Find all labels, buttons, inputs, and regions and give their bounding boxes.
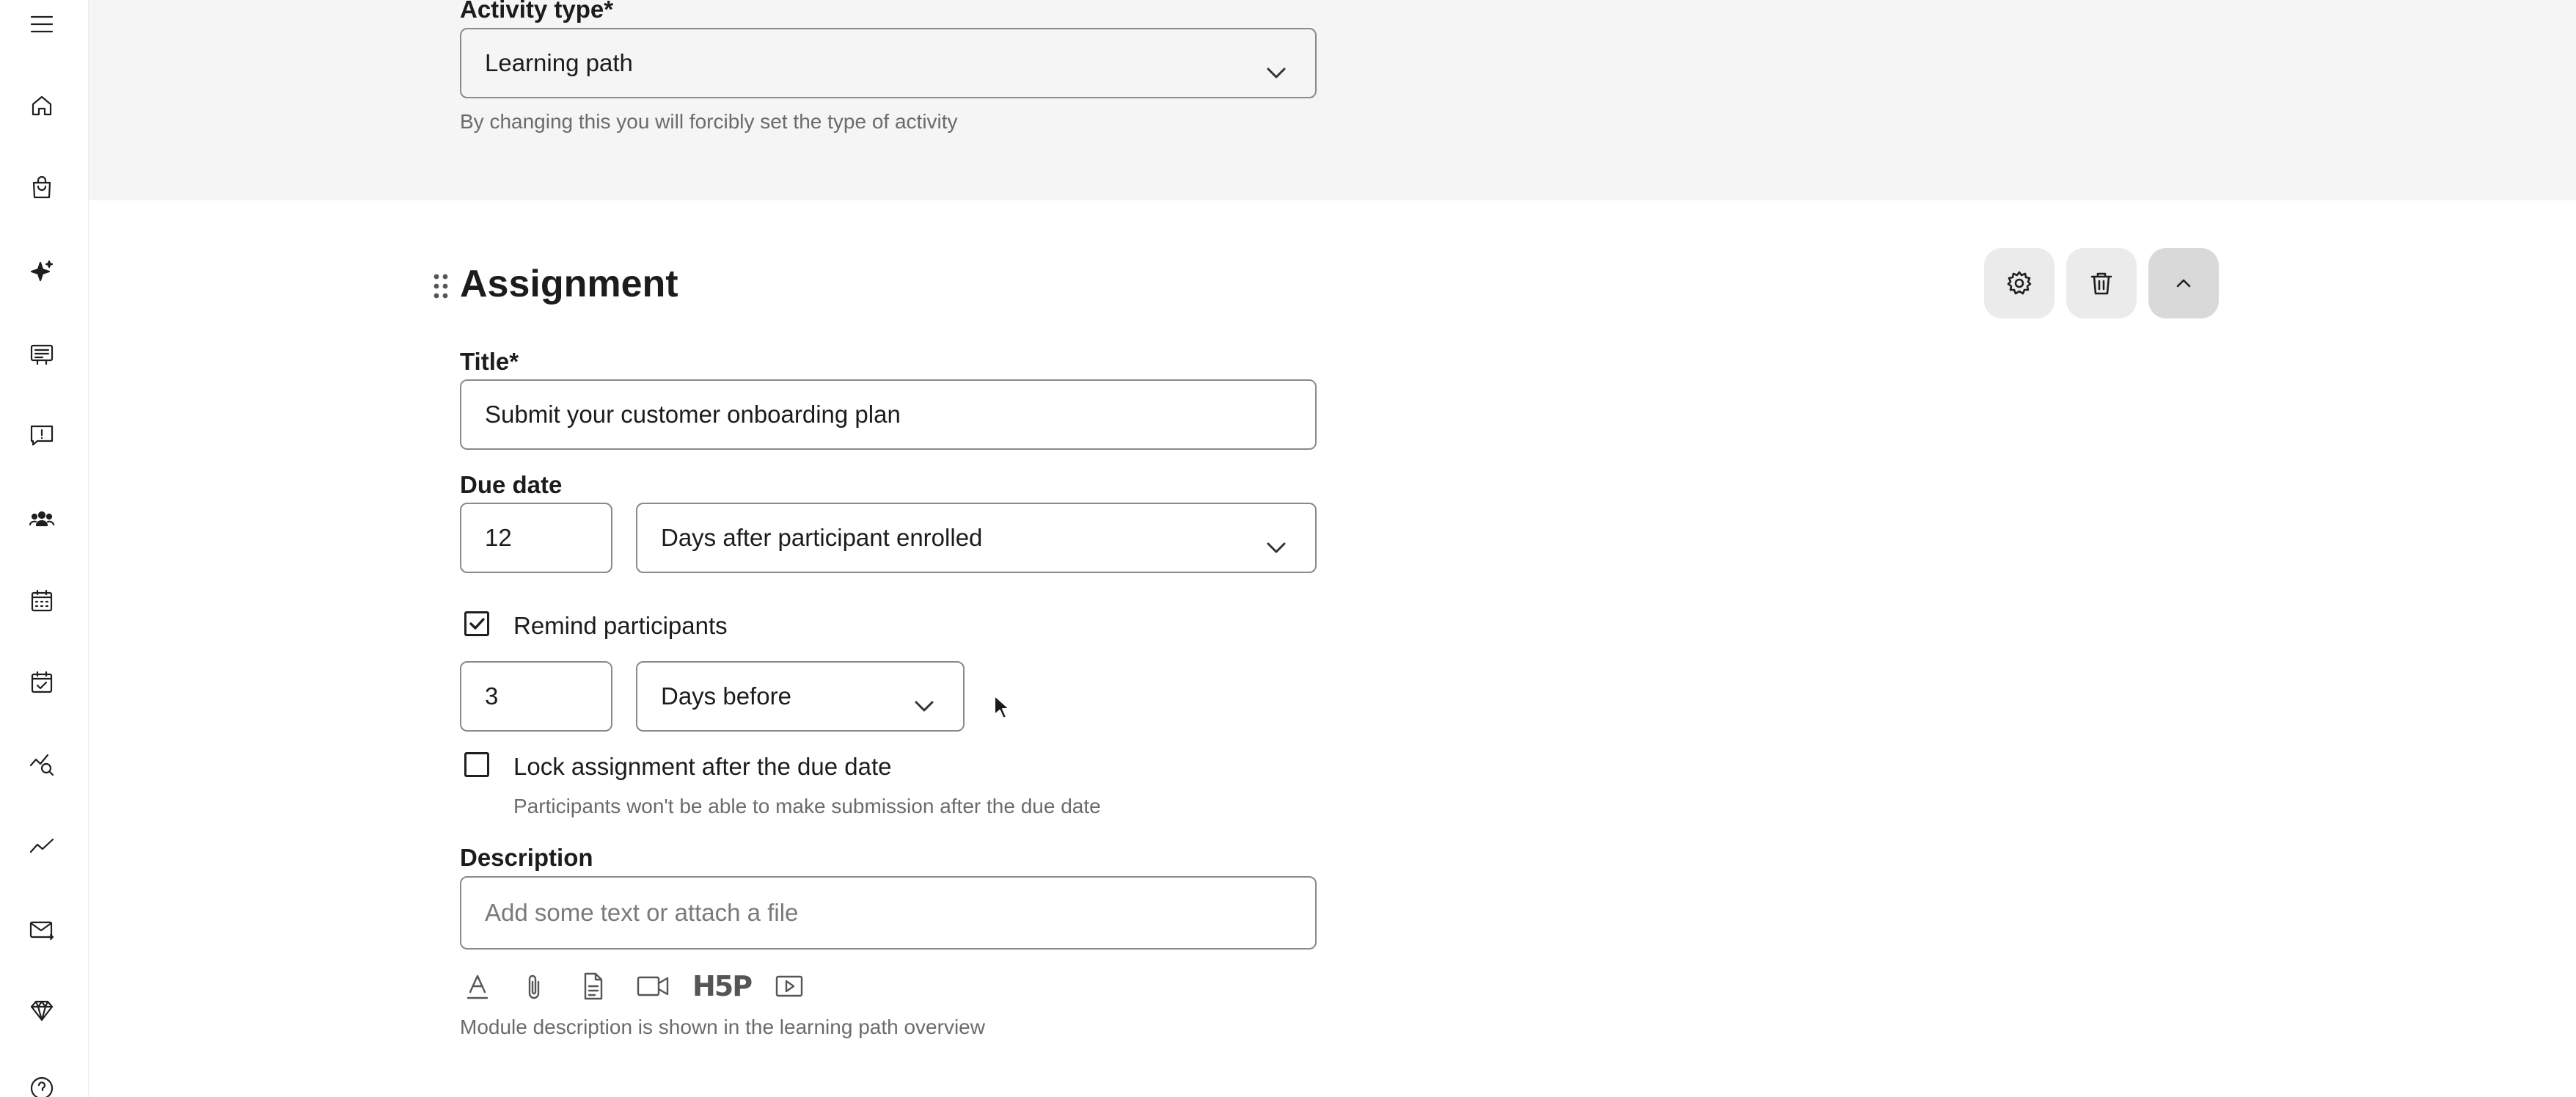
trend-line-icon[interactable] [25, 829, 59, 863]
text-format-icon[interactable] [464, 970, 491, 1002]
remind-days-value: 3 [485, 682, 499, 710]
description-placeholder: Add some text or attach a file [485, 899, 799, 926]
drag-handle-icon[interactable] [433, 273, 449, 299]
mail-icon[interactable] [25, 913, 59, 947]
remind-days-input[interactable]: 3 [460, 661, 612, 732]
collapse-button[interactable] [2148, 248, 2219, 318]
calendar-icon[interactable] [25, 584, 59, 618]
home-icon[interactable] [25, 89, 59, 123]
activity-type-helper: By changing this you will forcibly set t… [460, 110, 958, 133]
remind-unit-select[interactable]: Days before [636, 661, 965, 732]
analytics-search-icon[interactable] [25, 747, 59, 781]
settings-icon [2007, 271, 2032, 295]
description-label: Description [460, 844, 593, 871]
lock-assignment-checkbox[interactable] [464, 752, 489, 777]
description-helper: Module description is shown in the learn… [460, 1016, 985, 1038]
video-camera-icon[interactable] [635, 970, 670, 1002]
due-date-label: Due date [460, 471, 563, 498]
video-embed-icon[interactable] [775, 970, 804, 1002]
assignment-heading: Assignment [460, 263, 678, 305]
shopping-bag-icon[interactable] [25, 170, 59, 204]
calendar-check-icon[interactable] [25, 666, 59, 699]
diamond-icon[interactable] [25, 994, 59, 1027]
lock-assignment-label: Lock assignment after the due date [513, 753, 892, 780]
checkmark-icon [469, 618, 485, 630]
remind-participants-label: Remind participants [513, 612, 728, 639]
sparkles-icon[interactable] [25, 255, 59, 288]
chevron-down-icon [1267, 57, 1286, 79]
presentation-icon[interactable] [25, 338, 59, 371]
attachment-icon[interactable] [521, 970, 547, 1002]
due-date-number-input[interactable]: 12 [460, 503, 612, 573]
due-date-unit: Days after participant enrolled [661, 524, 983, 551]
description-input[interactable]: Add some text or attach a file [460, 876, 1317, 950]
title-value: Submit your customer onboarding plan [485, 401, 901, 428]
menu-icon[interactable] [25, 7, 59, 41]
chevron-up-icon [2176, 279, 2191, 288]
mouse-cursor-icon [993, 694, 1011, 721]
due-date-unit-select[interactable]: Days after participant enrolled [636, 503, 1317, 573]
people-icon[interactable] [25, 502, 59, 536]
activity-type-label: Activity type* [460, 0, 614, 23]
trash-icon [2090, 272, 2112, 295]
remind-participants-checkbox[interactable] [464, 611, 489, 636]
chevron-down-icon [1267, 532, 1286, 553]
activity-type-value: Learning path [485, 49, 633, 76]
activity-type-select[interactable]: Learning path [460, 28, 1317, 98]
lock-assignment-helper: Participants won't be able to make submi… [513, 795, 1101, 817]
title-input[interactable]: Submit your customer onboarding plan [460, 379, 1317, 450]
document-icon[interactable] [579, 970, 606, 1002]
remind-unit: Days before [661, 682, 791, 710]
sidebar [0, 0, 89, 1097]
help-icon[interactable] [25, 1071, 59, 1097]
feedback-icon[interactable] [25, 418, 59, 452]
title-label: Title* [460, 348, 519, 375]
due-date-value: 12 [485, 524, 512, 551]
h5p-icon[interactable]: H5P [692, 970, 753, 1002]
settings-button[interactable] [1984, 248, 2054, 318]
chevron-down-icon [915, 690, 934, 712]
delete-button[interactable] [2066, 248, 2137, 318]
